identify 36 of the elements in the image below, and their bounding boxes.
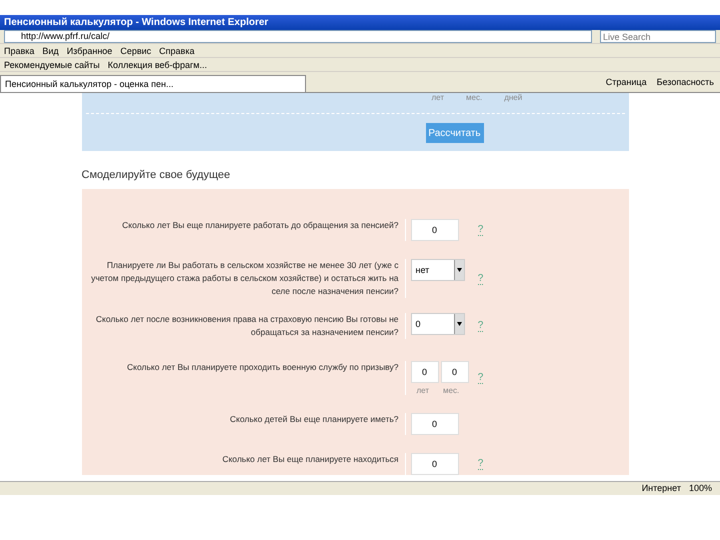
toolbar-menu[interactable]: Страница [606, 77, 647, 87]
menu-item[interactable]: Вид [42, 46, 59, 56]
question-label: Сколько лет Вы еще планируете работать до обращения за пенсией? [121, 219, 398, 232]
question-label: Сколько лет Вы еще планируете находиться [221, 453, 398, 466]
menu-item[interactable]: Справка [159, 46, 194, 56]
unit-label: мес. [443, 386, 460, 395]
browser-tab[interactable]: Пенсионный калькулятор - оценка пен... [0, 75, 306, 92]
caret-icon [456, 268, 462, 272]
number-field[interactable]: 0 [410, 453, 458, 475]
caret-icon [456, 322, 462, 326]
toolbar-menu[interactable]: Безопасность [656, 77, 714, 87]
question-label: Сколько лет Вы планируете проходить военную службу по призыву? [126, 361, 398, 374]
number-field[interactable]: 0 [410, 413, 458, 435]
dropdown[interactable]: 0 [410, 313, 464, 335]
zone-label: Интернет [642, 482, 681, 495]
number-field[interactable]: 0 [440, 361, 468, 383]
question-label: Сколько детей Вы еще планируете иметь? [228, 413, 398, 426]
question-label: Планируете ли Вы работать в сельском хозяйстве не менее 30 лет (уже с учетом предыдущего стажа работы в сельском хозяйстве) и остаться жить на селе после назначения пенсии? [90, 259, 398, 298]
search-field[interactable]: Live Search [600, 30, 716, 43]
zoom-level[interactable]: 100% [688, 482, 712, 495]
unit-label: лет [432, 93, 444, 103]
unit-label: дней [504, 93, 522, 103]
number-field[interactable]: 0 [410, 361, 438, 383]
menu-item[interactable]: Сервис [120, 46, 152, 56]
menu-item[interactable]: Правка [4, 46, 34, 56]
number-field[interactable]: 0 [410, 219, 458, 241]
menu-item[interactable]: Избранное [66, 46, 112, 56]
favorites-link[interactable]: Рекомендуемые сайты [4, 60, 100, 70]
address-field[interactable]: http://www.pfrf.ru/calc/ [4, 30, 592, 43]
section-heading: Смоделируйте свое будущее [82, 169, 232, 181]
question-label: Сколько лет после возникновения права на страховую пенсию Вы готовы не обращаться за назначением пенсии? [94, 313, 398, 339]
dropdown[interactable]: нет [410, 259, 464, 281]
unit-label: лет [416, 386, 430, 395]
favorites-link[interactable]: Коллекция веб-фрагм... [108, 60, 207, 70]
window-title: Пенсионный калькулятор - Windows Internet Explorer [0, 15, 720, 30]
unit-label: мес. [466, 93, 482, 103]
